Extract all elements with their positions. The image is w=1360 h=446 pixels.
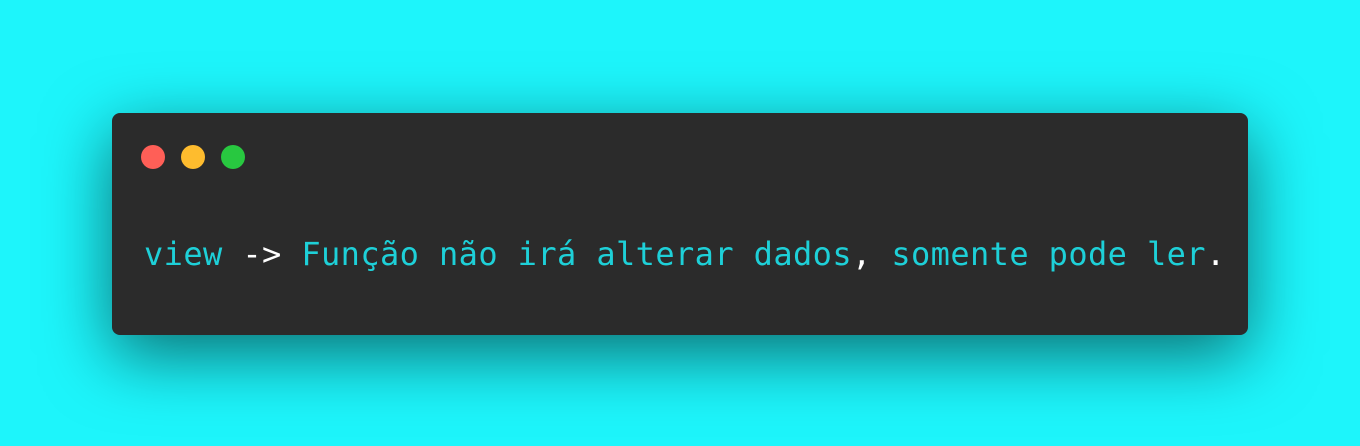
code-comma: , (851, 235, 892, 273)
zoom-dot-icon (221, 145, 245, 169)
close-dot-icon (141, 145, 165, 169)
code-text-1: Função não irá alterar dados (301, 235, 852, 273)
window-controls (141, 145, 245, 169)
code-keyword: view (144, 235, 223, 273)
code-text-2: somente pode ler (891, 235, 1206, 273)
code-window: view -> Função não irá alterar dados, so… (112, 113, 1248, 335)
code-arrow: -> (222, 235, 302, 273)
code-line: view -> Função não irá alterar dados, so… (144, 234, 1226, 274)
minimize-dot-icon (181, 145, 205, 169)
code-period: . (1205, 235, 1226, 273)
